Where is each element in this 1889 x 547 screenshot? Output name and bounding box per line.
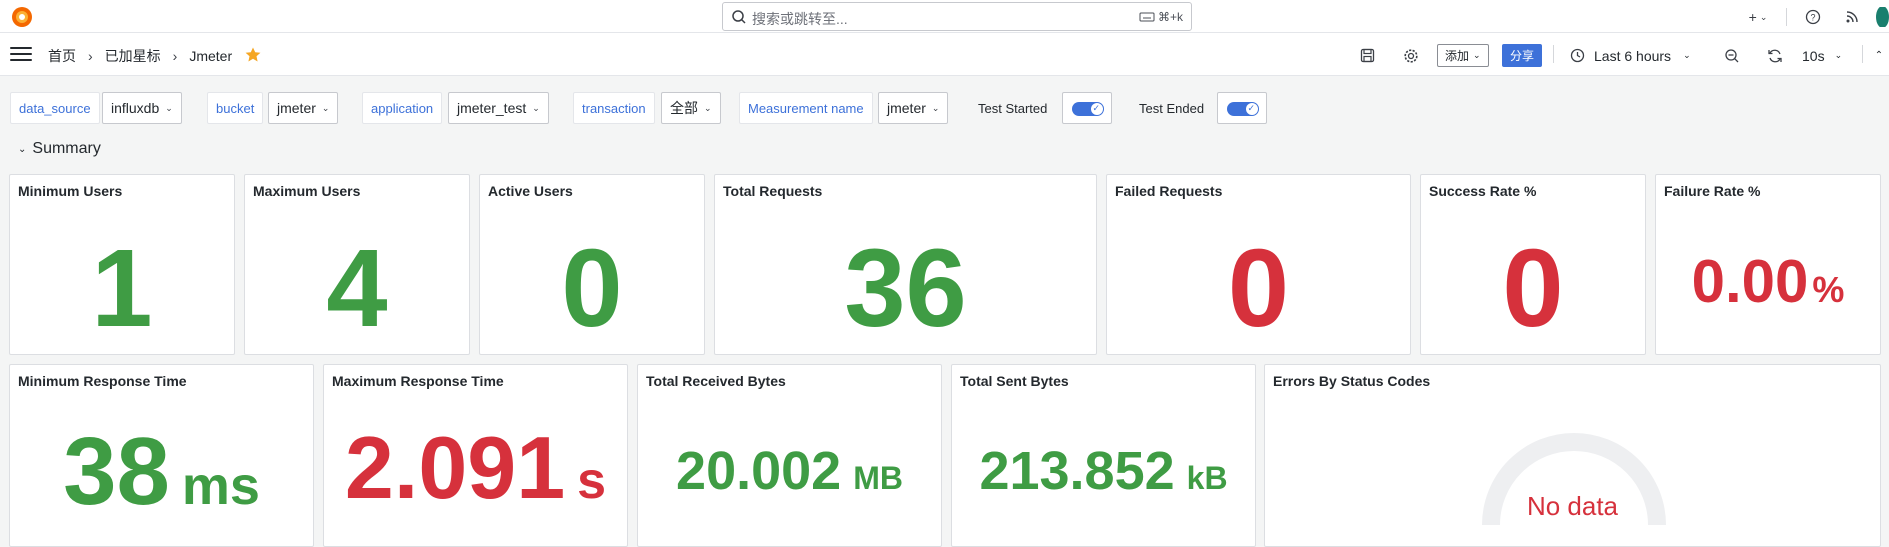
breadcrumb-starred[interactable]: 已加星标: [105, 46, 161, 66]
top-bar: 搜索或跳转至... ⌘+k + ⌄ ?: [0, 0, 1889, 33]
keyboard-icon: [1139, 12, 1155, 22]
stat-value: 0: [561, 227, 623, 350]
stat-panel-total-received-bytes[interactable]: Total Received Bytes 20.002 MB: [637, 364, 942, 547]
stat-panel-maximum-response-time[interactable]: Maximum Response Time 2.091 s: [323, 364, 628, 547]
panel-title: Minimum Users: [18, 183, 123, 199]
breadcrumb-home[interactable]: 首页: [48, 46, 76, 66]
rss-icon[interactable]: [1842, 7, 1862, 27]
search-shortcut: ⌘+k: [1139, 10, 1183, 24]
toggle-label-test-started: Test Started: [978, 100, 1048, 116]
add-new-icon[interactable]: + ⌄: [1743, 7, 1773, 27]
divider: [1553, 45, 1554, 63]
panel-title: Active Users: [488, 183, 573, 199]
gear-icon[interactable]: [1401, 44, 1421, 67]
chevron-down-icon: ⌄: [931, 102, 940, 113]
panel-title: Maximum Response Time: [332, 373, 504, 389]
toggle-test-ended[interactable]: ✓: [1217, 92, 1267, 124]
check-icon: ✓: [1092, 103, 1100, 113]
chevron-up-icon[interactable]: ⌃: [1872, 44, 1886, 67]
no-data-text: No data: [1526, 491, 1619, 521]
stat-value: 38 ms: [63, 418, 260, 525]
stat-value: 2.091 s: [344, 418, 607, 517]
star-icon[interactable]: [244, 46, 262, 64]
search-input[interactable]: 搜索或跳转至... ⌘+k: [722, 2, 1192, 31]
zoom-out-icon[interactable]: [1722, 44, 1742, 67]
clock-icon: [1570, 48, 1585, 63]
chevron-down-icon: ⌄: [1834, 50, 1843, 60]
stat-value: 0: [1502, 227, 1564, 350]
panel-title: Total Requests: [723, 183, 823, 199]
stat-panel-success-rate[interactable]: Success Rate % 0: [1420, 174, 1646, 355]
chevron-down-icon: ⌄: [321, 102, 330, 113]
panel-title: Maximum Users: [253, 183, 361, 199]
search-icon: [732, 10, 746, 24]
stat-value: 36: [844, 227, 967, 350]
panel-title: Minimum Response Time: [18, 373, 187, 389]
help-icon[interactable]: ?: [1803, 7, 1823, 27]
panel-title: Total Received Bytes: [646, 373, 786, 389]
chevron-down-icon: ⌄: [18, 143, 27, 155]
toggle-test-started[interactable]: ✓: [1062, 92, 1112, 124]
breadcrumb-current: Jmeter: [189, 48, 233, 64]
stat-value: 0: [1227, 227, 1290, 350]
divider: [1862, 45, 1863, 63]
stat-panel-total-sent-bytes[interactable]: Total Sent Bytes 213.852 kB: [951, 364, 1256, 547]
refresh-interval-picker[interactable]: 10s ⌄: [1802, 44, 1842, 67]
breadcrumb: 首页 › 已加星标 › Jmeter: [48, 46, 232, 66]
row-summary[interactable]: ⌄ Summary: [18, 140, 101, 158]
time-range-picker[interactable]: Last 6 hours ⌄: [1570, 44, 1691, 67]
grafana-logo-icon[interactable]: [10, 5, 34, 29]
stat-value: 4: [326, 227, 388, 350]
var-select-transaction[interactable]: 全部 ⌄: [661, 92, 721, 124]
var-label-measurement-name: Measurement name: [739, 92, 873, 124]
panel-title: Total Sent Bytes: [960, 373, 1069, 389]
stat-panel-active-users[interactable]: Active Users 0: [479, 174, 705, 355]
var-label-data-source: data_source: [10, 92, 100, 124]
stat-panel-maximum-users[interactable]: Maximum Users 4: [244, 174, 470, 355]
gauge-panel-errors-by-status-codes[interactable]: Errors By Status Codes No data: [1264, 364, 1881, 547]
var-label-bucket: bucket: [207, 92, 264, 124]
stat-panel-failure-rate[interactable]: Failure Rate % 0.00%: [1655, 174, 1881, 355]
panel-title: Failed Requests: [1115, 183, 1223, 199]
chevron-down-icon: ⌄: [532, 102, 540, 113]
var-select-measurement-name[interactable]: jmeter ⌄: [878, 92, 949, 124]
share-button[interactable]: 分享: [1502, 44, 1543, 67]
chevron-down-icon: ⌄: [165, 102, 173, 113]
stat-panel-total-requests[interactable]: Total Requests 36: [714, 174, 1097, 355]
check-icon: ✓: [1247, 103, 1255, 113]
stat-value: 20.002 MB: [676, 441, 903, 501]
stat-panel-minimum-response-time[interactable]: Minimum Response Time 38 ms: [9, 364, 314, 547]
chevron-right-icon: ›: [88, 48, 93, 64]
stat-value: 1: [91, 227, 153, 350]
user-avatar[interactable]: [1876, 7, 1889, 27]
toggle-label-test-ended: Test Ended: [1139, 100, 1205, 116]
stat-value: 0.00%: [1691, 248, 1845, 315]
var-select-bucket[interactable]: jmeter ⌄: [268, 92, 339, 124]
var-select-application[interactable]: jmeter_test ⌄: [448, 92, 549, 124]
chevron-right-icon: ›: [172, 48, 178, 64]
chevron-down-icon: ⌄: [1683, 50, 1691, 60]
var-label-transaction: transaction: [573, 92, 655, 124]
var-select-data-source[interactable]: influxdb ⌄: [102, 92, 182, 124]
dashboard-nav-bar: 首页 › 已加星标 › Jmeter 添加 ⌄ 分享 Last 6 hours ⌄…: [0, 33, 1889, 76]
panel-title: Success Rate %: [1429, 183, 1537, 199]
panel-title: Failure Rate %: [1664, 183, 1761, 199]
stat-panel-failed-requests[interactable]: Failed Requests 0: [1106, 174, 1411, 355]
search-placeholder: 搜索或跳转至...: [752, 11, 848, 27]
stat-value: 213.852 kB: [979, 441, 1228, 501]
add-button[interactable]: 添加 ⌄: [1437, 44, 1489, 67]
refresh-icon[interactable]: [1765, 44, 1785, 67]
stat-panel-minimum-users[interactable]: Minimum Users 1: [9, 174, 235, 355]
save-icon[interactable]: [1357, 44, 1377, 67]
menu-icon[interactable]: [10, 47, 32, 63]
var-label-application: application: [362, 92, 443, 124]
chevron-down-icon: ⌄: [704, 102, 712, 113]
divider: [1786, 8, 1787, 26]
svg-text:?: ?: [1810, 13, 1815, 23]
